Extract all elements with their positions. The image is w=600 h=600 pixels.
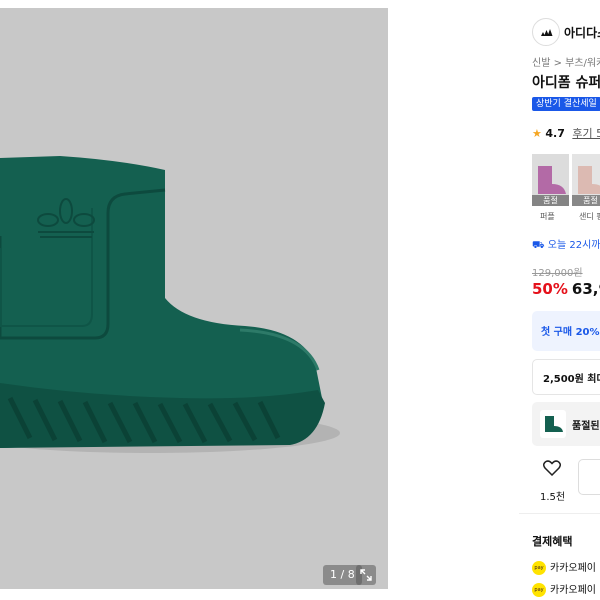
brand-name[interactable]: 아디다스 [564, 24, 600, 41]
color-option-label: 샌디 핑 [579, 212, 600, 221]
truck-icon: ⛟ [532, 240, 545, 251]
price-value: 63,9 [571, 280, 600, 298]
soldout-option[interactable]: 품절된 [532, 402, 600, 446]
coupon-box[interactable]: 2,500원 최다 [532, 359, 600, 395]
payment-benefits-title: 결제혜택 [532, 535, 573, 548]
expand-icon[interactable] [356, 565, 376, 585]
green-rain-boot-image [0, 8, 388, 589]
brand-logo-icon[interactable] [532, 18, 560, 46]
sale-price: 50%63,9 [532, 280, 600, 298]
payment-row[interactable]: pay 카카오페이 [532, 581, 596, 597]
rating[interactable]: ★ 4.7 후기 523 [532, 125, 600, 141]
kakaopay-icon: pay [532, 561, 546, 575]
review-link[interactable]: 후기 523 [572, 127, 600, 140]
soldout-badge: 품절 [572, 195, 600, 206]
original-price: 129,000원 [532, 268, 583, 279]
option-thumbnail [540, 410, 566, 438]
color-option-sandy-pink[interactable]: 품절 [572, 154, 600, 206]
first-purchase-banner[interactable]: 첫 구매 20% [532, 311, 600, 351]
delivery-info[interactable]: ⛟ 오늘 22시까 [532, 236, 600, 253]
rating-score: 4.7 [545, 127, 565, 140]
heart-icon[interactable] [542, 460, 562, 480]
star-icon: ★ [532, 127, 542, 140]
breadcrumb[interactable]: 신발 > 부츠/워커 [532, 54, 600, 69]
color-option-label: 퍼플 [540, 212, 555, 221]
like-count: 1.5천 [540, 492, 566, 503]
coupon-text: 2,500원 최다 [543, 374, 600, 385]
kakaopay-icon: pay [532, 583, 546, 597]
product-info-panel: 아디다스 신발 > 부츠/워커 아디폼 슈퍼 상반기 결산세일 ★ 4.7 후기… [519, 8, 600, 600]
payment-name: 카카오페이 [550, 585, 596, 596]
payment-name: 카카오페이 [550, 563, 596, 574]
soldout-option-text: 품절된 [572, 421, 600, 432]
delivery-text: 오늘 22시까 [547, 240, 600, 251]
purchase-button[interactable] [578, 459, 600, 495]
color-option-purple[interactable]: 품절 [532, 154, 569, 206]
discount-rate: 50% [532, 280, 568, 298]
sale-badge: 상반기 결산세일 [532, 97, 600, 111]
product-title: 아디폼 슈퍼 [532, 75, 600, 91]
soldout-badge: 품절 [532, 195, 569, 206]
divider [519, 513, 600, 514]
product-main-image: 1 / 8 [0, 8, 388, 589]
first-purchase-text: 첫 구매 20% [541, 327, 600, 338]
payment-row[interactable]: pay 카카오페이 [532, 559, 596, 575]
